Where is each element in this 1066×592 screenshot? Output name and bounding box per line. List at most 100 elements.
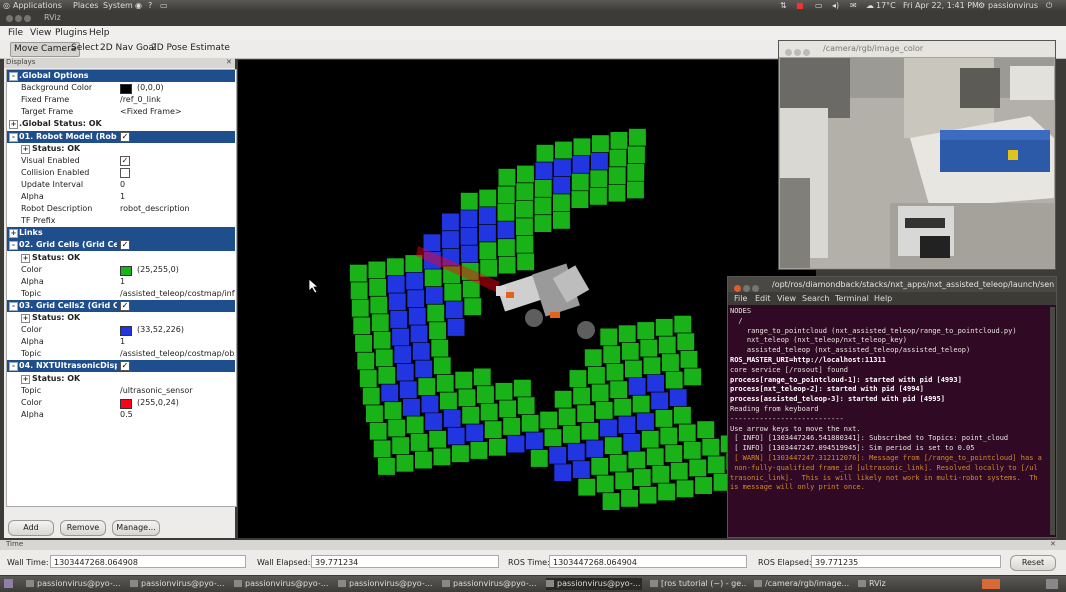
terminal-menu-edit[interactable]: Edit xyxy=(755,292,771,305)
display-property-row[interactable]: Alpha 0.5 xyxy=(7,409,235,421)
manage-displays-button[interactable]: Manage... xyxy=(112,520,160,536)
display-property-row[interactable]: Topic/ultrasonic_sensor xyxy=(7,385,235,397)
display-enabled-checkbox[interactable]: ✓ xyxy=(120,300,130,311)
terminal-menu-terminal[interactable]: Terminal xyxy=(835,292,869,305)
taskbar-item-gedit[interactable]: [ros tutorial (~) - ge... xyxy=(650,578,746,590)
network-icon[interactable]: ⇅ xyxy=(780,0,787,11)
menu-help[interactable]: Help xyxy=(89,27,110,39)
display-row-value[interactable]: 0.5 xyxy=(120,409,235,421)
display-property-row[interactable]: + .Global Status: OK xyxy=(7,118,235,130)
taskbar-item-terminal-5[interactable]: passionvirus@pyo-... xyxy=(442,578,538,590)
display-row-value[interactable]: /assisted_teleop/costmap/obs xyxy=(120,348,235,360)
display-property-row[interactable]: Color (33,52,226) xyxy=(7,324,235,337)
ubuntu-logo-icon[interactable]: ◎ xyxy=(3,0,10,11)
display-property-row[interactable]: Fixed Frame/ref_0_link xyxy=(7,94,235,106)
display-group-row[interactable]: -04. NXTUltrasonicDisplay✓ xyxy=(7,360,235,373)
weather-temp[interactable]: 17°C xyxy=(876,0,896,11)
show-desktop-icon[interactable] xyxy=(4,579,13,588)
display-property-row[interactable]: Color (25,255,0) xyxy=(7,264,235,276)
close-window-button[interactable] xyxy=(785,49,792,56)
color-swatch[interactable] xyxy=(120,398,132,409)
display-enabled-checkbox[interactable]: ✓ xyxy=(120,131,130,142)
taskbar-item-terminal-1[interactable]: passionvirus@pyo-... xyxy=(26,578,122,590)
terminal-output[interactable]: NODES / range_to_pointcloud (nxt_assiste… xyxy=(730,307,1052,535)
close-window-button[interactable] xyxy=(6,15,13,22)
displays-tree[interactable]: - .Global Options Background Color (0,0,0) F… xyxy=(6,69,237,507)
property-checkbox[interactable]: ✓ xyxy=(120,155,130,166)
display-property-row[interactable]: Background Color (0,0,0) xyxy=(7,82,235,95)
power-icon[interactable]: ⏻ xyxy=(1046,0,1052,11)
display-row-value[interactable]: (25,255,0) xyxy=(137,264,235,276)
display-property-row[interactable]: Visual Enabled ✓ xyxy=(7,155,235,167)
display-row-value[interactable]: 1 xyxy=(120,191,235,203)
display-property-row[interactable]: Alpha 1 xyxy=(7,276,235,288)
ros-elapsed-field[interactable]: 39.771235 xyxy=(811,555,1001,568)
display-enabled-checkbox[interactable]: ✓ xyxy=(120,240,130,251)
taskbar-item-terminal-3[interactable]: passionvirus@pyo-... xyxy=(234,578,330,590)
display-property-row[interactable]: Alpha 1 xyxy=(7,336,235,348)
reset-time-button[interactable]: Reset xyxy=(1010,555,1056,571)
display-row-value[interactable]: <Fixed Frame> xyxy=(120,106,235,118)
wall-time-field[interactable]: 1303447268.064908 xyxy=(50,555,246,568)
volume-icon[interactable]: ◂) xyxy=(832,0,839,11)
mail-icon[interactable]: ✉ xyxy=(850,0,857,11)
taskbar-item-rviz[interactable]: RViz xyxy=(858,578,954,590)
collapse-icon[interactable]: - xyxy=(9,362,18,372)
display-property-row[interactable]: Target Frame <Fixed Frame> xyxy=(7,106,235,118)
display-group-row[interactable]: -02. Grid Cells (Grid Cells✓ xyxy=(7,239,235,252)
user-name[interactable]: passionvirus xyxy=(988,0,1038,11)
record-indicator-icon[interactable]: ■ xyxy=(796,0,804,11)
minimize-window-button[interactable] xyxy=(794,49,801,56)
help-launcher-icon[interactable]: ? xyxy=(148,0,152,11)
display-row-value[interactable]: 1 xyxy=(120,336,235,348)
terminal-menu-file[interactable]: File xyxy=(734,292,747,305)
display-row-value[interactable]: (255,0,24) xyxy=(137,397,235,409)
taskbar-item-terminal-4[interactable]: passionvirus@pyo-... xyxy=(338,578,434,590)
color-swatch[interactable] xyxy=(120,326,132,337)
display-group-row[interactable]: -01. Robot Model (Robot ✓ xyxy=(7,130,235,143)
maximize-window-button[interactable] xyxy=(24,15,31,22)
terminal-menu-view[interactable]: View xyxy=(777,292,796,305)
display-row-value[interactable]: /assisted_teleop/costmap/infl xyxy=(120,288,235,300)
terminal-window[interactable]: /opt/ros/diamondback/stacks/nxt_apps/nxt… xyxy=(727,276,1057,538)
trash-icon[interactable] xyxy=(1046,579,1058,589)
display-property-row[interactable]: Topic/assisted_teleop/costmap/infl xyxy=(7,288,235,300)
display-property-row[interactable]: Alpha 1 xyxy=(7,191,235,203)
collapse-icon[interactable]: - xyxy=(9,301,18,311)
display-property-row[interactable]: TF Prefix xyxy=(7,215,235,227)
display-group-row[interactable]: - .Global Options xyxy=(7,70,235,82)
display-row-value[interactable]: (0,0,0) xyxy=(137,82,235,94)
expand-icon[interactable]: + xyxy=(21,374,30,384)
taskbar-item-camera-image[interactable]: /camera/rgb/image... xyxy=(754,578,850,590)
close-panel-icon[interactable]: ✕ xyxy=(1050,540,1056,548)
display-property-row[interactable]: Color (255,0,24) xyxy=(7,397,235,409)
terminal-launcher-icon[interactable]: ▭ xyxy=(160,0,168,11)
display-row-value[interactable]: robot_description xyxy=(120,203,235,215)
display-property-row[interactable]: Robot Description robot_description xyxy=(7,203,235,215)
menu-file[interactable]: File xyxy=(8,27,23,39)
display-property-row[interactable]: Collision Enabled xyxy=(7,167,235,179)
maximize-window-button[interactable] xyxy=(803,49,810,56)
terminal-menu-help[interactable]: Help xyxy=(874,292,892,305)
property-checkbox[interactable] xyxy=(120,167,130,178)
expand-icon[interactable]: + xyxy=(21,144,30,154)
workspace-switcher[interactable] xyxy=(982,579,1000,589)
collapse-icon[interactable]: - xyxy=(9,132,18,142)
camera-image-window[interactable]: /camera/rgb/image_color xyxy=(778,40,1056,270)
color-swatch[interactable] xyxy=(120,265,132,276)
display-row-value[interactable]: /ultrasonic_sensor xyxy=(120,385,235,397)
display-enabled-checkbox[interactable]: ✓ xyxy=(120,361,130,372)
menu-system[interactable]: System xyxy=(103,0,133,11)
terminal-scrollbar[interactable] xyxy=(1050,307,1055,535)
remove-display-button[interactable]: Remove xyxy=(60,520,106,536)
display-row-value[interactable]: (33,52,226) xyxy=(137,324,235,336)
display-property-row[interactable]: Update Interval 0 xyxy=(7,179,235,191)
menu-view[interactable]: View xyxy=(30,27,51,39)
add-display-button[interactable]: Add xyxy=(8,520,54,536)
display-row-value[interactable]: 1 xyxy=(120,276,235,288)
taskbar-item-terminal-2[interactable]: passionvirus@pyo-... xyxy=(130,578,226,590)
menu-plugins[interactable]: Plugins xyxy=(55,27,87,39)
taskbar-item-terminal-6[interactable]: passionvirus@pyo-... xyxy=(546,578,642,590)
display-property-row[interactable]: Topic/assisted_teleop/costmap/obs xyxy=(7,348,235,360)
battery-icon[interactable]: ▭ xyxy=(815,0,823,11)
